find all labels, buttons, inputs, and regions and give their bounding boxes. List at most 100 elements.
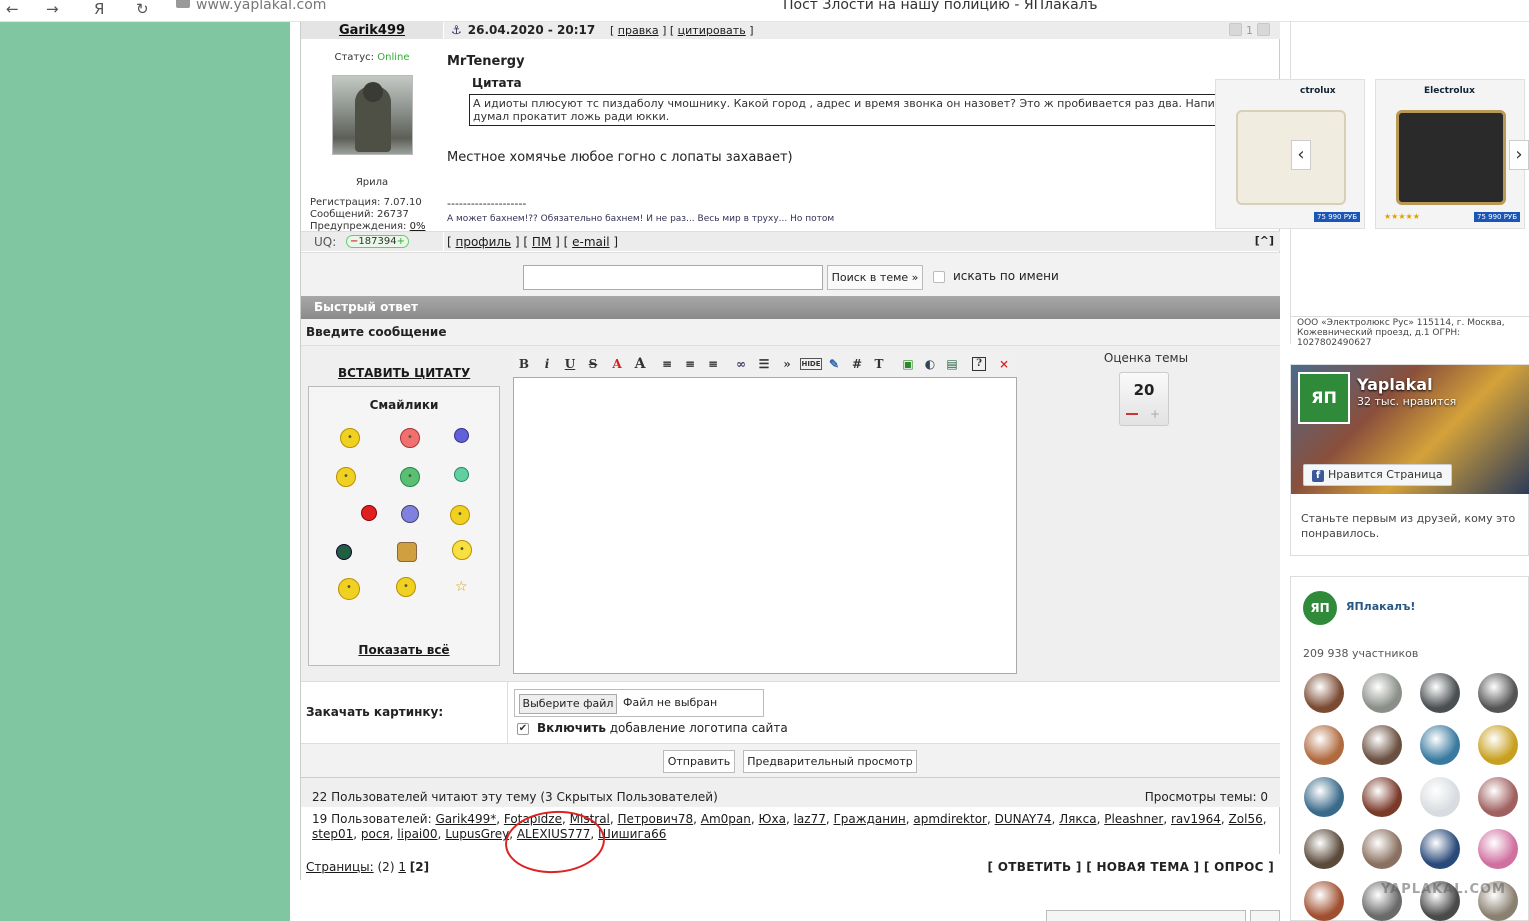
- smiley-love-icon[interactable]: •: [400, 428, 420, 448]
- anchor-icon[interactable]: ⚓: [451, 23, 462, 37]
- smiley-wave-icon[interactable]: •: [450, 505, 470, 525]
- smiley-paper-icon[interactable]: [397, 542, 417, 562]
- list-icon[interactable]: ☰: [755, 356, 773, 372]
- forward-icon[interactable]: →: [46, 0, 59, 18]
- facebook-like-button[interactable]: f Нравится Страница: [1303, 464, 1452, 486]
- close-icon[interactable]: ×: [995, 356, 1013, 372]
- reader-user-link[interactable]: Am0pan: [701, 812, 751, 826]
- email-link[interactable]: e-mail: [572, 235, 609, 249]
- facebook-page-name[interactable]: Yaplakal: [1357, 375, 1433, 394]
- thumb-up-icon[interactable]: [1257, 23, 1270, 36]
- reader-user-link[interactable]: DUNAY74: [995, 812, 1052, 826]
- reader-user-link[interactable]: rav1964: [1171, 812, 1221, 826]
- poll-link[interactable]: [ ОПРОС ]: [1204, 860, 1274, 874]
- reader-user-link[interactable]: Ляксa: [1059, 812, 1096, 826]
- reader-user-link[interactable]: Pleashner: [1104, 812, 1163, 826]
- vk-member-avatar[interactable]: [1362, 725, 1402, 765]
- bold-icon[interactable]: B: [515, 356, 533, 372]
- smiley-shoot-icon[interactable]: [361, 505, 377, 521]
- vk-member-avatar[interactable]: [1304, 829, 1344, 869]
- video-icon[interactable]: ▤: [943, 356, 961, 372]
- smiley-dance-icon[interactable]: •: [338, 578, 360, 600]
- pages-link[interactable]: Страницы:: [306, 860, 374, 874]
- smiley-gun-icon[interactable]: •: [400, 467, 420, 487]
- search-by-name-checkbox[interactable]: [933, 271, 945, 283]
- edit-icon[interactable]: ✎: [825, 356, 843, 372]
- vk-member-avatar[interactable]: [1362, 829, 1402, 869]
- reader-user-link[interactable]: step01: [312, 827, 353, 841]
- choose-file-button[interactable]: Выберите файл: [519, 694, 617, 714]
- vk-member-avatar[interactable]: [1362, 777, 1402, 817]
- carousel-prev-icon[interactable]: ‹: [1291, 140, 1311, 170]
- quote-icon[interactable]: »: [778, 356, 796, 372]
- smiley-party-icon[interactable]: •: [452, 540, 472, 560]
- link-icon[interactable]: ∞: [732, 356, 750, 372]
- font-color-icon[interactable]: A: [608, 356, 626, 372]
- text-icon[interactable]: T: [870, 356, 888, 372]
- font-size-icon[interactable]: A: [631, 356, 649, 372]
- vk-member-avatar[interactable]: [1304, 881, 1344, 921]
- vk-member-avatar[interactable]: [1362, 673, 1402, 713]
- rating-plus-icon[interactable]: +: [1150, 408, 1160, 420]
- vk-member-avatar[interactable]: [1420, 829, 1460, 869]
- align-center-icon[interactable]: ≡: [681, 356, 699, 372]
- file-input[interactable]: Выберите файл Файл не выбран: [514, 689, 764, 717]
- search-input[interactable]: [523, 265, 823, 290]
- footer-control-small[interactable]: [1250, 910, 1280, 921]
- hash-icon[interactable]: #: [848, 356, 866, 372]
- hide-icon[interactable]: HIDE: [800, 358, 822, 370]
- address-bar[interactable]: www.yaplakal.com: [176, 0, 326, 15]
- preview-button[interactable]: Предварительный просмотр: [743, 750, 917, 773]
- logo-checkbox[interactable]: ✔: [517, 723, 529, 735]
- reader-user-link[interactable]: lipai00: [397, 827, 437, 841]
- quote-link[interactable]: цитировать: [678, 24, 746, 37]
- uq-plus-icon[interactable]: +: [397, 236, 405, 247]
- reader-user-link[interactable]: Юха: [759, 812, 786, 826]
- facebook-page-logo[interactable]: ЯП: [1298, 372, 1350, 424]
- image-icon[interactable]: ▣: [899, 356, 917, 372]
- reader-user-link[interactable]: Zol56: [1229, 812, 1263, 826]
- yandex-icon[interactable]: Я: [94, 0, 104, 18]
- flash-icon[interactable]: ◐: [921, 356, 939, 372]
- search-button[interactable]: Поиск в теме »: [827, 265, 923, 290]
- reader-user-link[interactable]: LupusGrey: [445, 827, 509, 841]
- reader-user-link[interactable]: Гражданин: [833, 812, 905, 826]
- strike-icon[interactable]: S: [584, 356, 602, 372]
- reader-user-link[interactable]: laz77: [794, 812, 826, 826]
- reader-user-link[interactable]: Петрович78: [618, 812, 694, 826]
- smiley-blue-icon[interactable]: [454, 428, 469, 443]
- thumb-down-icon[interactable]: [1229, 23, 1242, 36]
- vk-member-avatar[interactable]: [1420, 777, 1460, 817]
- vk-member-avatar[interactable]: [1420, 725, 1460, 765]
- smiley-star-icon[interactable]: ☆: [455, 579, 468, 595]
- page-1-link[interactable]: 1: [398, 860, 406, 874]
- new-topic-link[interactable]: [ НОВАЯ ТЕМА ]: [1086, 860, 1199, 874]
- smiley-thumb-icon[interactable]: •: [336, 467, 356, 487]
- help-icon[interactable]: ?: [972, 357, 986, 371]
- carousel-next-icon[interactable]: ›: [1509, 140, 1529, 170]
- vk-member-avatar[interactable]: [1478, 725, 1518, 765]
- message-textarea[interactable]: [513, 377, 1017, 674]
- facebook-cover[interactable]: ЯП Yaplakal 32 тыс. нравится f Нравится С…: [1291, 365, 1529, 494]
- smiley-cool-icon[interactable]: •: [340, 428, 360, 448]
- vk-group-name[interactable]: ЯПлакалъ!: [1346, 600, 1415, 613]
- show-all-smileys-link[interactable]: Показать всё: [309, 643, 499, 657]
- edit-link[interactable]: правка: [618, 24, 659, 37]
- smiley-green-icon[interactable]: [454, 467, 469, 482]
- avatar[interactable]: [332, 75, 413, 155]
- footer-control[interactable]: [1046, 910, 1246, 921]
- vk-member-avatar[interactable]: [1478, 777, 1518, 817]
- ad-product-1[interactable]: ctrolux 75 990 РУБ: [1215, 79, 1365, 229]
- ad-banner[interactable]: ctrolux 75 990 РУБ Electrolux ★★★★★ 75 9…: [1215, 22, 1529, 348]
- vk-member-avatar[interactable]: [1478, 673, 1518, 713]
- scroll-top-button[interactable]: [^]: [1255, 234, 1274, 247]
- insert-quote-link[interactable]: ВСТАВИТЬ ЦИТАТУ: [338, 366, 470, 380]
- vk-member-avatar[interactable]: [1304, 725, 1344, 765]
- smiley-fist-icon[interactable]: [401, 505, 419, 523]
- rating-minus-icon[interactable]: [1126, 413, 1138, 415]
- smiley-dark-icon[interactable]: [336, 544, 352, 560]
- author-link[interactable]: Garik499: [339, 23, 405, 38]
- vk-group-logo[interactable]: ЯП: [1303, 591, 1337, 625]
- smiley-laugh-icon[interactable]: •: [396, 577, 416, 597]
- reader-user-link[interactable]: apmdirektor: [913, 812, 987, 826]
